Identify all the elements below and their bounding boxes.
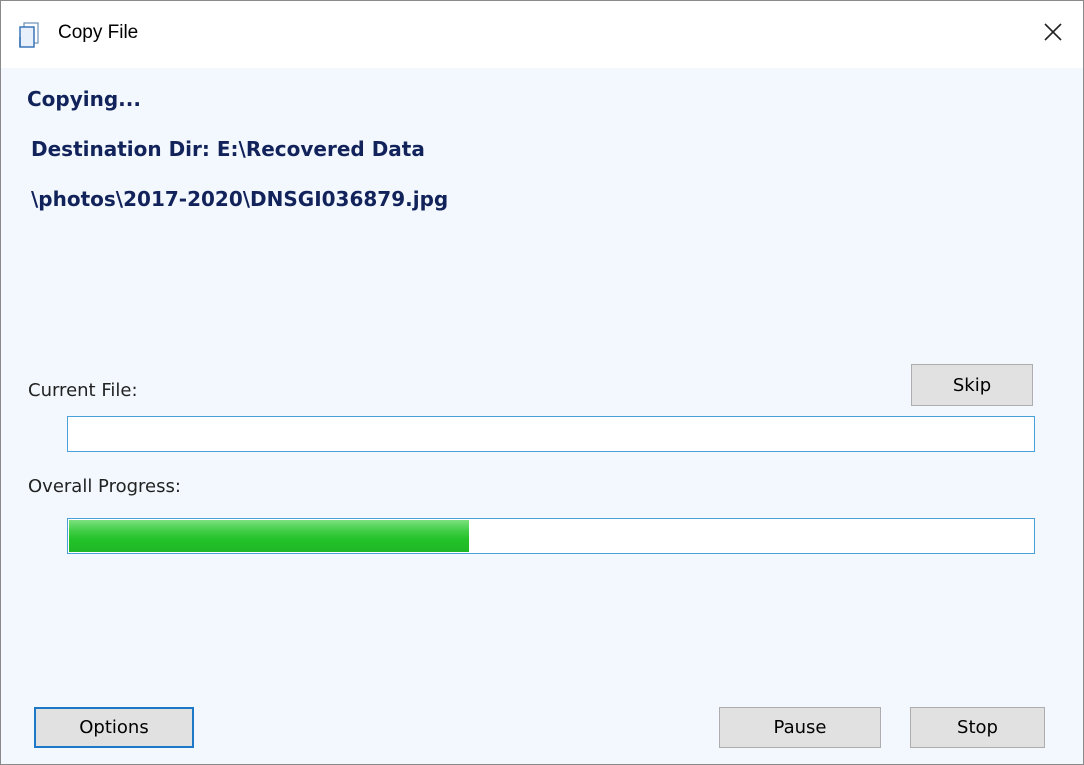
close-button[interactable] (1023, 1, 1083, 68)
stop-button[interactable]: Stop (910, 707, 1045, 748)
copy-file-icon (17, 21, 41, 49)
pause-button[interactable]: Pause (719, 707, 881, 748)
overall-progress-bar (67, 518, 1035, 554)
overall-progress-label: Overall Progress: (28, 476, 181, 497)
window-title: Copy File (58, 22, 139, 43)
overall-progress-fill (69, 520, 470, 552)
copy-file-dialog: Copy File Copying... Destination Dir: E:… (0, 0, 1084, 765)
current-file-path: \photos\2017-2020\DNSGI036879.jpg (31, 187, 449, 211)
skip-button[interactable]: Skip (911, 364, 1033, 406)
title-bar: Copy File (1, 1, 1083, 68)
destination-dir: Destination Dir: E:\Recovered Data (31, 137, 425, 161)
current-file-label: Current File: (28, 380, 138, 401)
status-heading: Copying... (27, 87, 141, 111)
options-button[interactable]: Options (34, 707, 194, 748)
close-icon (1043, 22, 1063, 47)
current-file-progress-bar (67, 416, 1035, 452)
